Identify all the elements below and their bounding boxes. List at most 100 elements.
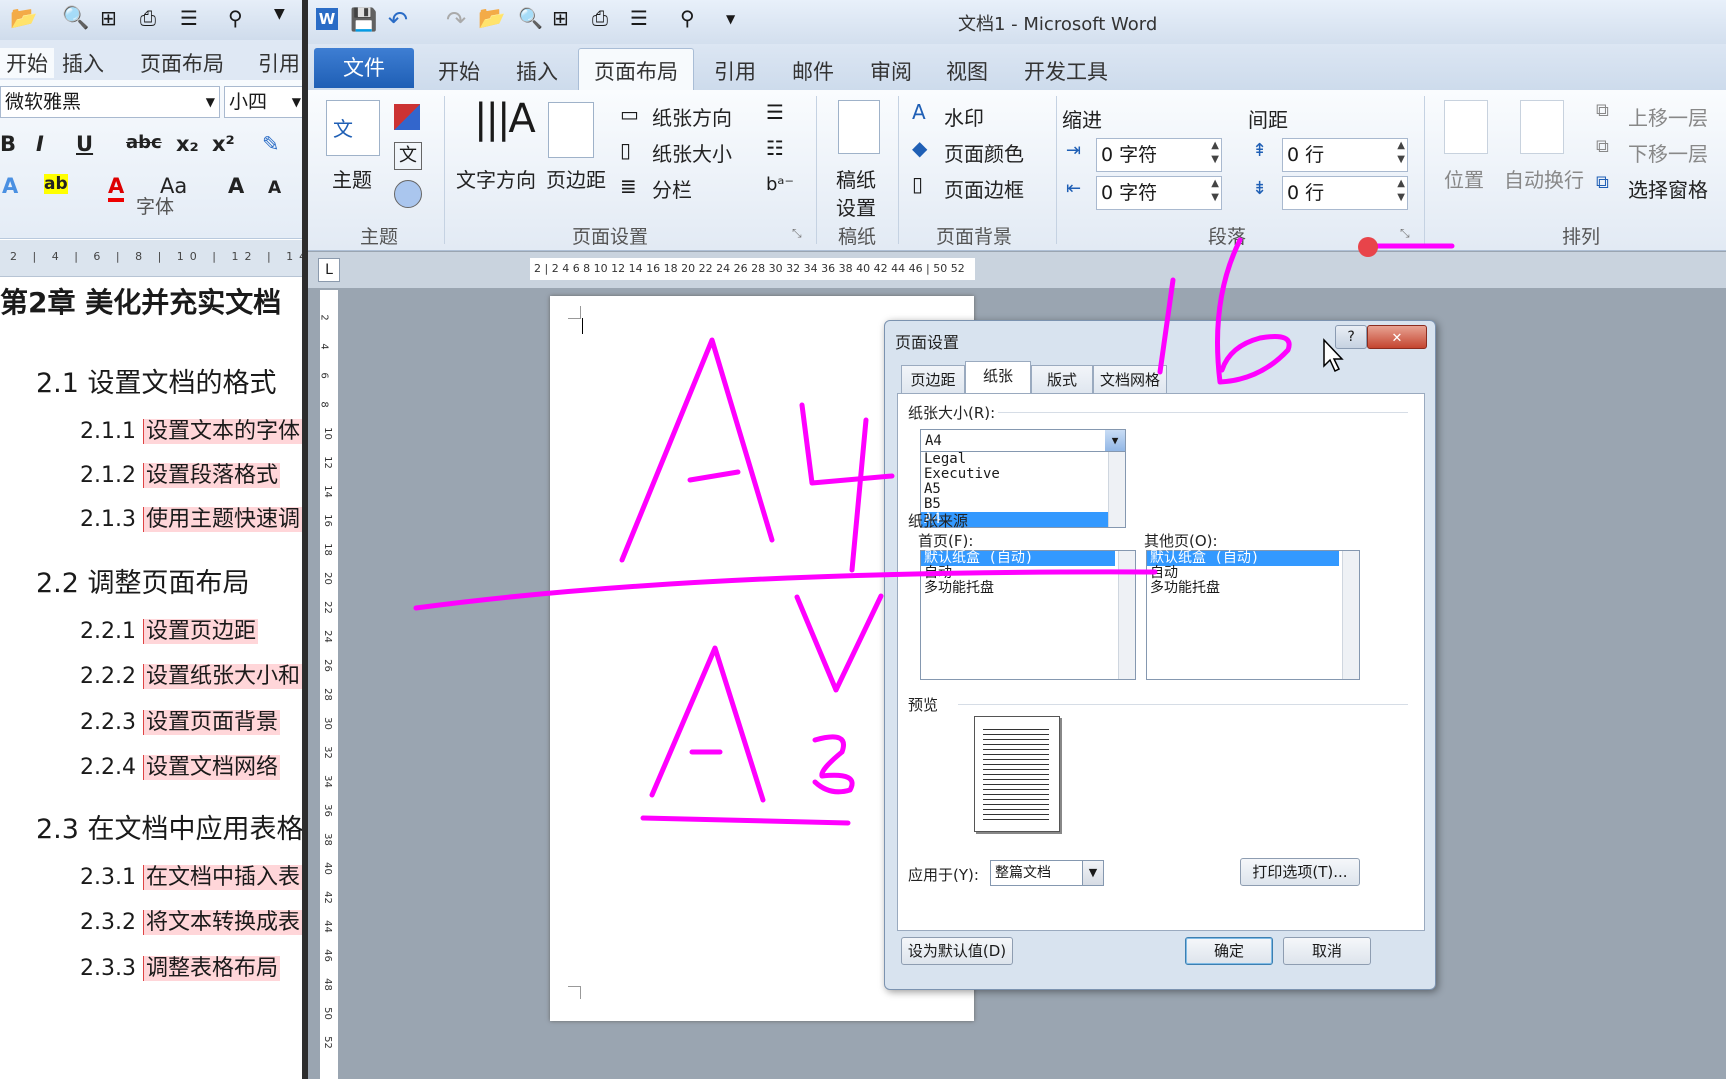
tree-icon[interactable]: ⊞ xyxy=(100,6,117,30)
chevron-down-icon[interactable]: ▼ xyxy=(1105,430,1125,452)
left-tab-home[interactable]: 开始 xyxy=(0,48,54,78)
columns-button[interactable]: 分栏 xyxy=(652,174,692,203)
page-color-button[interactable]: 页面颜色 xyxy=(944,138,1024,167)
page-border-icon[interactable]: ▯ xyxy=(912,172,923,196)
set-default-button[interactable]: 设为默认值(D) xyxy=(901,937,1013,965)
dialog-launcher-icon[interactable]: ⤡ xyxy=(792,226,802,241)
wrap-text-icon[interactable] xyxy=(1520,100,1564,154)
print-preview-icon[interactable]: 🔍 xyxy=(518,6,543,30)
chevron-down-icon[interactable]: ▼ xyxy=(206,87,215,117)
customize-icon[interactable]: ▼ xyxy=(274,6,285,22)
grow-font-icon[interactable]: A xyxy=(228,174,244,198)
line-spacing-icon[interactable]: ☰ xyxy=(180,6,198,30)
tab-selector-icon[interactable]: L xyxy=(318,258,340,282)
list-item[interactable]: Executive xyxy=(921,467,1125,482)
first-page-list[interactable]: 默认纸盒 (自动) 自动 多功能托盘 xyxy=(920,550,1136,680)
list-item[interactable]: 多功能托盘 xyxy=(1147,581,1359,596)
text-effect-icon[interactable]: A xyxy=(2,174,18,198)
list-item[interactable]: 自动 xyxy=(921,566,1135,581)
shrink-font-icon[interactable]: A xyxy=(268,178,281,198)
position-icon[interactable] xyxy=(1444,100,1488,154)
columns-icon[interactable]: ≣ xyxy=(620,174,637,198)
undo-icon[interactable]: ↶ xyxy=(388,6,408,34)
strikethrough-icon[interactable]: abc xyxy=(126,132,162,153)
theme-colors-icon[interactable] xyxy=(394,104,420,130)
tab-doc-grid[interactable]: 文档网格 xyxy=(1093,365,1167,394)
tab-developer[interactable]: 开发工具 xyxy=(1024,56,1108,86)
vertical-ruler[interactable]: 2 4 6 8 10 12 14 16 18 20 22 24 26 28 30 32 34 36 38 40 42 44… xyxy=(319,290,338,1079)
chevron-down-icon[interactable]: ▼ xyxy=(292,87,301,117)
bold-icon[interactable]: B xyxy=(0,132,16,156)
line-numbers-icon[interactable]: ☷ xyxy=(766,136,784,160)
bring-forward-button[interactable]: 上移一层 xyxy=(1628,102,1708,131)
horizontal-ruler[interactable]: 2 | 2 4 6 8 10 12 14 16 18 20 22 24 26 2… xyxy=(530,258,975,280)
theme-fonts-icon[interactable]: 文 xyxy=(394,142,422,170)
margins-icon[interactable] xyxy=(548,102,594,158)
list-item-selected[interactable]: 默认纸盒 (自动) xyxy=(921,551,1115,566)
wrap-text-button[interactable]: 自动换行 xyxy=(1504,164,1584,193)
italic-icon[interactable]: I xyxy=(36,132,44,156)
chevron-down-icon[interactable]: ▼ xyxy=(1082,861,1103,885)
breaks-icon[interactable]: ☰ xyxy=(766,100,784,124)
hyphenation-icon[interactable]: bᵃ⁻ xyxy=(766,174,794,195)
list-item[interactable]: 自动 xyxy=(1147,566,1359,581)
font-color-icon[interactable]: A xyxy=(108,174,125,202)
list-item[interactable]: A5 xyxy=(921,482,1125,497)
tab-mailings[interactable]: 邮件 xyxy=(792,56,834,86)
open-folder-icon[interactable]: 📂 xyxy=(10,6,37,31)
selection-pane-icon[interactable]: ⧉ xyxy=(1596,172,1609,193)
tab-review[interactable]: 审阅 xyxy=(870,56,912,86)
selection-pane-button[interactable]: 选择窗格 xyxy=(1628,174,1708,203)
list-item[interactable]: Legal xyxy=(921,452,1125,467)
print-preview-icon[interactable]: 🔍 xyxy=(62,6,89,31)
save-icon[interactable]: 💾 xyxy=(350,8,377,33)
subscript-icon[interactable]: x₂ xyxy=(176,132,199,156)
margins-button[interactable]: 页边距 xyxy=(546,164,606,193)
scrollbar[interactable] xyxy=(1118,551,1135,679)
orientation-icon[interactable]: ▭ xyxy=(620,102,639,126)
print-options-button[interactable]: 打印选项(T)... xyxy=(1240,858,1360,886)
print-icon[interactable]: ⎙ xyxy=(592,6,608,30)
indent-left-input[interactable]: 0 字符 ▲ ▼ xyxy=(1096,138,1222,172)
tab-layout[interactable]: 版式 xyxy=(1031,365,1093,394)
apply-to-select[interactable]: 整篇文档 ▼ xyxy=(990,860,1104,886)
tab-references[interactable]: 引用 xyxy=(714,56,756,86)
spin-arrows-icon[interactable]: ▲ ▼ xyxy=(1397,177,1405,205)
cancel-button[interactable]: 取消 xyxy=(1283,937,1371,965)
scrollbar[interactable] xyxy=(1108,452,1125,527)
tab-view[interactable]: 视图 xyxy=(946,56,988,86)
left-tab-references[interactable]: 引用 xyxy=(258,48,300,78)
spacing-after-input[interactable]: 0 行 ▲ ▼ xyxy=(1282,176,1408,210)
tab-home[interactable]: 开始 xyxy=(438,56,480,86)
indent-right-input[interactable]: 0 字符 ▲ ▼ xyxy=(1096,176,1222,210)
text-direction-icon[interactable]: |||A xyxy=(474,96,536,142)
print-icon[interactable]: ⎙ xyxy=(140,6,156,30)
superscript-icon[interactable]: x² xyxy=(212,132,235,156)
tab-insert[interactable]: 插入 xyxy=(516,56,558,86)
customize-icon[interactable]: ▼ xyxy=(726,12,735,26)
watermark-icon[interactable]: A xyxy=(912,100,926,124)
draft-button-line2[interactable]: 设置 xyxy=(836,192,876,221)
font-name-box[interactable]: 微软雅黑 ▼ xyxy=(0,86,220,118)
theme-icon[interactable]: 文 xyxy=(326,100,380,156)
ok-button[interactable]: 确定 xyxy=(1185,937,1273,965)
text-direction-button[interactable]: 文字方向 xyxy=(456,164,536,193)
spin-arrows-icon[interactable]: ▲ ▼ xyxy=(1211,177,1219,205)
tab-page-layout[interactable]: 页面布局 xyxy=(594,56,678,86)
draft-paper-icon[interactable] xyxy=(838,100,880,154)
theme-button[interactable]: 主题 xyxy=(332,164,372,193)
find-icon[interactable]: ⚲ xyxy=(680,6,695,30)
position-button[interactable]: 位置 xyxy=(1444,164,1484,193)
page-color-icon[interactable]: ◆ xyxy=(912,136,927,160)
tree-icon[interactable]: ⊞ xyxy=(552,6,569,30)
paper-size-icon[interactable]: ▯ xyxy=(620,138,631,162)
send-backward-button[interactable]: 下移一层 xyxy=(1628,138,1708,167)
open-folder-icon[interactable]: 📂 xyxy=(478,6,505,31)
paper-size-button[interactable]: 纸张大小 xyxy=(652,138,732,167)
page-border-button[interactable]: 页面边框 xyxy=(944,174,1024,203)
orientation-button[interactable]: 纸张方向 xyxy=(652,102,732,131)
line-spacing-icon[interactable]: ☰ xyxy=(630,6,648,30)
underline-icon[interactable]: U xyxy=(76,132,93,156)
left-tab-layout[interactable]: 页面布局 xyxy=(140,48,224,78)
scrollbar[interactable] xyxy=(1342,551,1359,679)
